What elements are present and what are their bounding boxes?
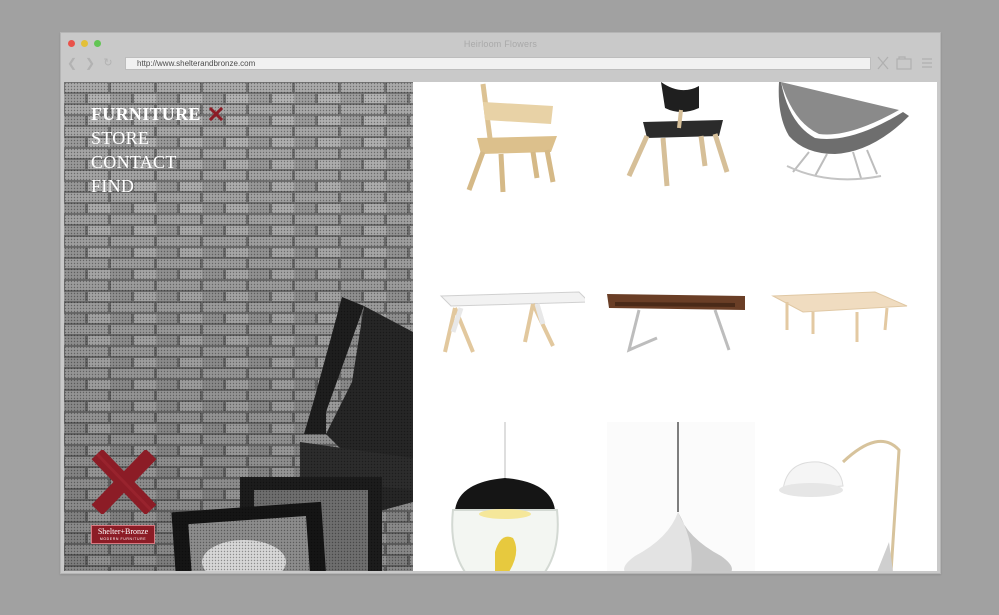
product-grid bbox=[413, 82, 937, 571]
page-viewport: FURNITURE STORE CONTACT FIND Shelter+Bro… bbox=[64, 82, 937, 571]
white-trestle-table-image bbox=[439, 291, 585, 353]
close-icon[interactable] bbox=[875, 56, 891, 70]
close-menu-icon[interactable] bbox=[208, 106, 223, 121]
brand-badge: Shelter+Bronze MODERN FURNITURE bbox=[91, 525, 155, 544]
product-wooden-chair[interactable] bbox=[425, 82, 585, 232]
black-glass-pendant-lamp-image bbox=[451, 422, 559, 571]
address-bar[interactable]: http://www.shelterandbronze.com bbox=[125, 57, 871, 70]
grey-rocking-chair-image bbox=[778, 82, 909, 181]
leather-wood-chair-image bbox=[626, 82, 730, 187]
product-white-trestle-table[interactable] bbox=[425, 272, 585, 422]
white-pendant-lamp-image bbox=[607, 422, 755, 571]
product-white-floor-lamp[interactable] bbox=[769, 422, 929, 571]
main-menu: FURNITURE STORE CONTACT FIND bbox=[91, 102, 223, 198]
product-walnut-desk[interactable] bbox=[595, 272, 755, 422]
reload-icon[interactable]: ↻ bbox=[101, 55, 115, 71]
product-leather-wood-chair[interactable] bbox=[595, 82, 755, 232]
product-grey-rocking-chair[interactable] bbox=[769, 82, 929, 232]
menu-item-store[interactable]: STORE bbox=[91, 126, 223, 150]
product-white-pendant-lamp[interactable] bbox=[595, 422, 755, 571]
menu-item-furniture-label: FURNITURE bbox=[91, 104, 201, 124]
product-oak-dining-table[interactable] bbox=[769, 272, 929, 422]
oak-dining-table-image bbox=[771, 291, 908, 342]
back-icon[interactable]: ❮ bbox=[65, 55, 79, 71]
browser-toolbar: ❮ ❯ ↻ http://www.shelterandbronze.com bbox=[61, 55, 940, 75]
brand-name: Shelter+Bronze bbox=[97, 527, 149, 536]
title-bar: Heirloom Flowers bbox=[61, 33, 940, 55]
brand-x-mark-icon bbox=[91, 450, 157, 514]
menu-item-furniture[interactable]: FURNITURE bbox=[91, 102, 223, 126]
menu-item-find[interactable]: FIND bbox=[91, 174, 223, 198]
tabs-icon[interactable] bbox=[896, 56, 912, 70]
forward-icon[interactable]: ❯ bbox=[83, 55, 97, 71]
hero-panel: FURNITURE STORE CONTACT FIND Shelter+Bro… bbox=[64, 82, 413, 571]
menu-icon[interactable] bbox=[919, 56, 935, 70]
white-floor-lamp-image bbox=[779, 440, 901, 571]
brand-logo[interactable]: Shelter+Bronze MODERN FURNITURE bbox=[91, 450, 157, 544]
product-black-glass-pendant-lamp[interactable] bbox=[425, 422, 585, 571]
menu-item-contact[interactable]: CONTACT bbox=[91, 150, 223, 174]
wooden-chair-image bbox=[466, 83, 557, 193]
brand-tagline: MODERN FURNITURE bbox=[99, 537, 147, 541]
browser-window: Heirloom Flowers ❮ ❯ ↻ http://www.shelte… bbox=[60, 32, 941, 574]
window-title: Heirloom Flowers bbox=[463, 39, 538, 49]
walnut-desk-image bbox=[607, 294, 745, 353]
